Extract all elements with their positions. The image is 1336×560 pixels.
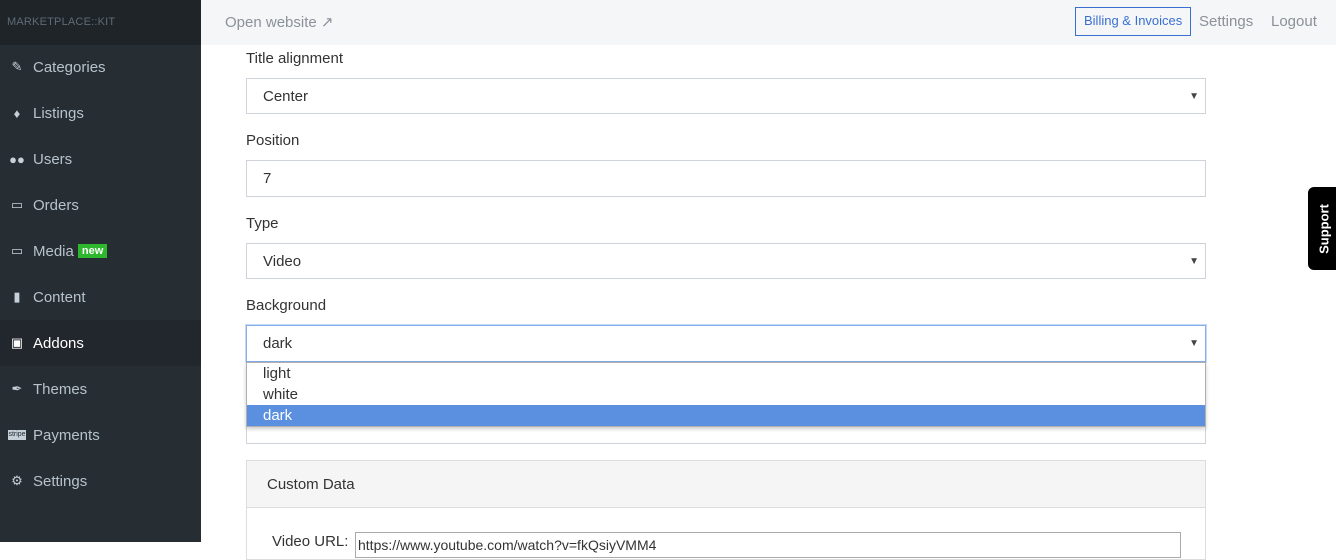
inbox-icon: ▭ <box>10 197 24 212</box>
tags-icon: ♦ <box>13 105 21 121</box>
brand-logo: MARKETPLACE::KIT <box>0 0 201 45</box>
caret-down-icon: ▼ <box>1189 338 1199 349</box>
puzzle-icon: ▣ <box>10 335 24 350</box>
sidebar-item-label: Media <box>33 242 74 260</box>
background-select[interactable]: dark ▼ <box>246 325 1206 362</box>
option-light[interactable]: light <box>247 363 1205 384</box>
caret-down-icon: ▼ <box>1189 255 1199 267</box>
type-label: Type <box>246 215 279 232</box>
sidebar-item-themes[interactable]: ✒ Themes <box>0 366 201 412</box>
sidebar-item-addons[interactable]: ▣ Addons <box>0 320 201 366</box>
sidebar-item-payments[interactable]: stripe Payments <box>0 412 201 458</box>
option-dark[interactable]: dark <box>247 405 1205 426</box>
sidebar-item-label: Themes <box>33 380 88 398</box>
edit-icon: ✎ <box>11 59 23 74</box>
custom-data-panel: Custom Data Video URL: https://www.youtu… <box>246 460 1206 560</box>
sidebar-item-label: Content <box>33 288 86 306</box>
selected-value: dark <box>263 335 293 352</box>
external-link-icon: ↗ <box>320 14 334 31</box>
caret-down-icon: ▼ <box>1189 90 1199 102</box>
type-select[interactable]: Video ▼ <box>246 243 1206 279</box>
logout-link[interactable]: Logout <box>1271 13 1317 30</box>
support-tab[interactable]: Support <box>1308 187 1336 270</box>
support-label: Support <box>1316 203 1332 254</box>
selected-value: Center <box>263 87 309 105</box>
sidebar-item-label: Users <box>33 150 73 168</box>
sidebar-item-users[interactable]: ●● Users <box>0 136 201 182</box>
sidebar-item-label: Categories <box>33 58 106 76</box>
sidebar-item-label: Settings <box>33 472 88 490</box>
sidebar-item-label: Payments <box>33 426 100 444</box>
sidebar: MARKETPLACE::KIT ✎ Categories ♦ Listings ●… <box>0 0 201 542</box>
selected-value: Video <box>263 252 302 270</box>
inbox-icon: ▭ <box>10 243 24 258</box>
option-white[interactable]: white <box>247 384 1205 405</box>
sidebar-item-content[interactable]: ▮ Content <box>0 274 201 320</box>
sidebar-item-label: Addons <box>33 334 84 352</box>
sidebar-item-label: Orders <box>33 196 79 214</box>
background-label: Background <box>246 297 327 314</box>
open-website-link[interactable]: Open website ↗ <box>225 13 333 31</box>
file-icon: ▮ <box>13 289 21 304</box>
background-options-list: light white dark <box>246 362 1206 427</box>
sidebar-item-categories[interactable]: ✎ Categories <box>0 44 201 90</box>
video-url-input[interactable]: https://www.youtube.com/watch?v=fkQsiyVM… <box>355 532 1181 558</box>
brush-icon: ✒ <box>11 381 23 396</box>
sidebar-item-label: Listings <box>33 104 84 122</box>
position-label: Position <box>246 132 300 149</box>
sidebar-item-orders[interactable]: ▭ Orders <box>0 182 201 228</box>
custom-data-title: Custom Data <box>247 461 1205 508</box>
title-alignment-label: Title alignment <box>246 50 343 67</box>
top-bar: Open website ↗ Billing & Invoices Settin… <box>201 0 1336 45</box>
sidebar-item-settings[interactable]: ⚙ Settings <box>0 458 201 504</box>
sidebar-item-media[interactable]: ▭ Media new <box>0 228 201 274</box>
position-input[interactable]: 7 <box>246 160 1206 197</box>
new-badge: new <box>77 244 108 258</box>
settings-link[interactable]: Settings <box>1199 13 1253 30</box>
open-website-label: Open website <box>225 14 317 31</box>
title-alignment-select[interactable]: Center ▼ <box>246 78 1206 114</box>
input-value: 7 <box>263 170 272 187</box>
cogs-icon: ⚙ <box>11 473 23 488</box>
users-icon: ●● <box>9 151 25 167</box>
billing-invoices-button[interactable]: Billing & Invoices <box>1075 7 1192 36</box>
sidebar-item-listings[interactable]: ♦ Listings <box>0 90 201 136</box>
stripe-icon: stripe <box>8 430 26 440</box>
